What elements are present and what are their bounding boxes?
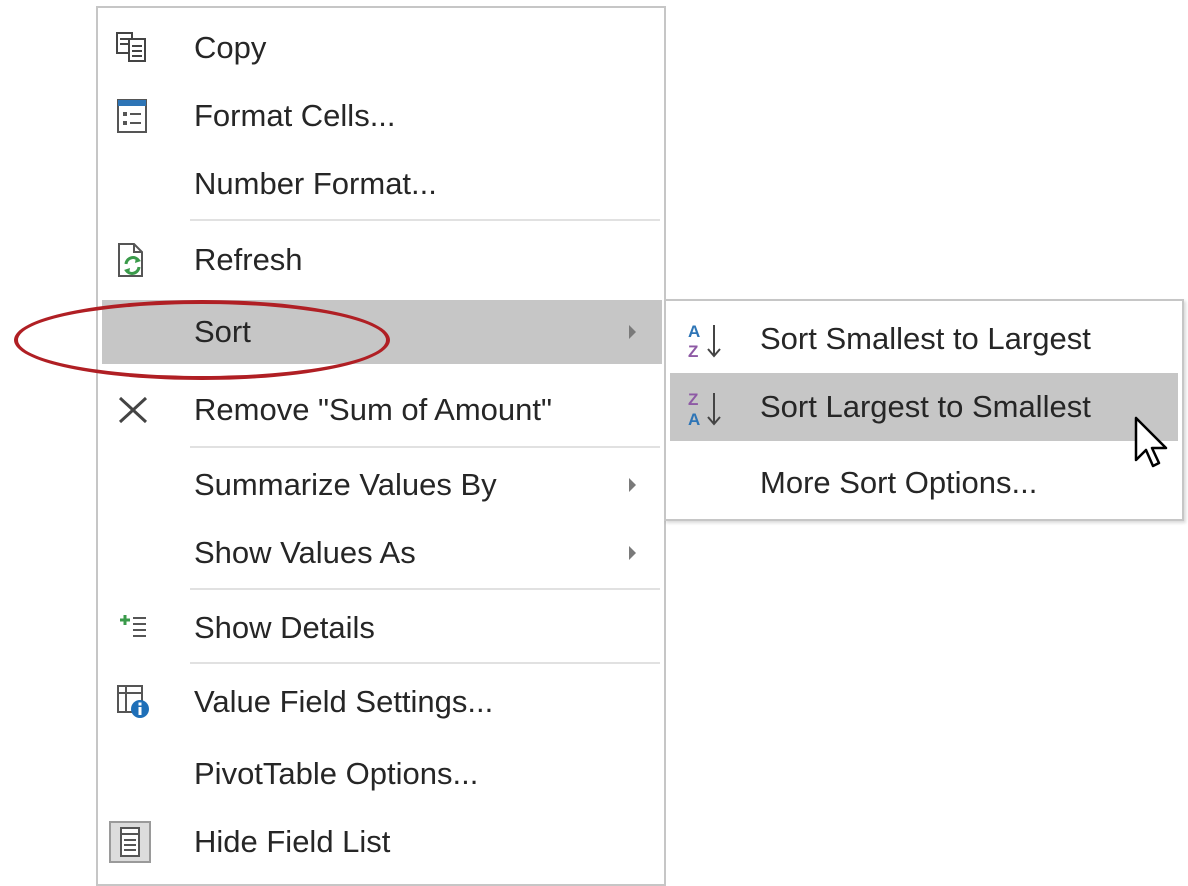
field-list-icon [108,820,152,864]
svg-text:A: A [688,410,700,429]
menu-item-label: Value Field Settings... [194,684,494,719]
menu-separator [190,219,660,221]
context-menu: Copy Format Cells... Number Format... Re… [96,6,666,886]
value-field-settings-icon [112,684,152,720]
copy-icon [112,30,152,66]
menu-item-pivottable-options[interactable]: PivotTable Options... [102,742,662,806]
svg-text:Z: Z [688,390,698,409]
menu-item-refresh[interactable]: Refresh [102,228,662,292]
submenu-item-label: Sort Smallest to Largest [760,321,1091,356]
menu-item-label: PivotTable Options... [194,756,479,791]
menu-item-label: Hide Field List [194,824,391,859]
menu-item-label: Show Details [194,610,375,645]
menu-separator [190,588,660,590]
menu-separator [190,662,660,664]
menu-item-format-cells[interactable]: Format Cells... [102,84,662,148]
menu-item-label: Show Values As [194,535,416,570]
menu-separator [190,446,660,448]
menu-item-remove-field[interactable]: Remove "Sum of Amount" [102,378,662,442]
menu-item-label: Summarize Values By [194,467,497,502]
menu-item-summarize-values-by[interactable]: Summarize Values By [102,453,662,517]
menu-item-label: Format Cells... [194,98,396,133]
menu-item-label: Copy [194,30,267,65]
submenu-item-label: More Sort Options... [760,465,1038,500]
submenu-arrow-icon [629,546,636,560]
menu-item-copy[interactable]: Copy [102,16,662,80]
menu-item-show-details[interactable]: Show Details [102,596,662,660]
submenu-item-sort-ascending[interactable]: A Z Sort Smallest to Largest [670,305,1178,373]
menu-item-sort[interactable]: Sort [102,300,662,364]
svg-text:Z: Z [688,342,698,361]
show-details-icon [112,610,152,646]
menu-item-label: Refresh [194,242,303,277]
menu-item-label: Sort [194,314,251,349]
format-cells-icon [112,98,152,134]
svg-text:A: A [688,322,700,341]
menu-item-show-values-as[interactable]: Show Values As [102,521,662,585]
mouse-cursor-icon [1132,414,1172,474]
submenu-item-more-sort-options[interactable]: More Sort Options... [670,449,1178,517]
refresh-icon [112,242,152,278]
menu-item-label: Number Format... [194,166,437,201]
submenu-arrow-icon [629,325,636,339]
sort-submenu: A Z Sort Smallest to Largest Z A Sort La… [664,299,1184,521]
menu-item-number-format[interactable]: Number Format... [102,152,662,216]
menu-item-value-field-settings[interactable]: Value Field Settings... [102,670,662,734]
menu-item-label: Remove "Sum of Amount" [194,392,552,427]
submenu-item-label: Sort Largest to Smallest [760,389,1091,424]
submenu-arrow-icon [629,478,636,492]
submenu-item-sort-descending[interactable]: Z A Sort Largest to Smallest [670,373,1178,441]
menu-item-hide-field-list[interactable]: Hide Field List [102,810,662,874]
remove-x-icon [112,392,152,428]
sort-descending-icon: Z A [684,387,736,429]
sort-ascending-icon: A Z [684,319,736,361]
